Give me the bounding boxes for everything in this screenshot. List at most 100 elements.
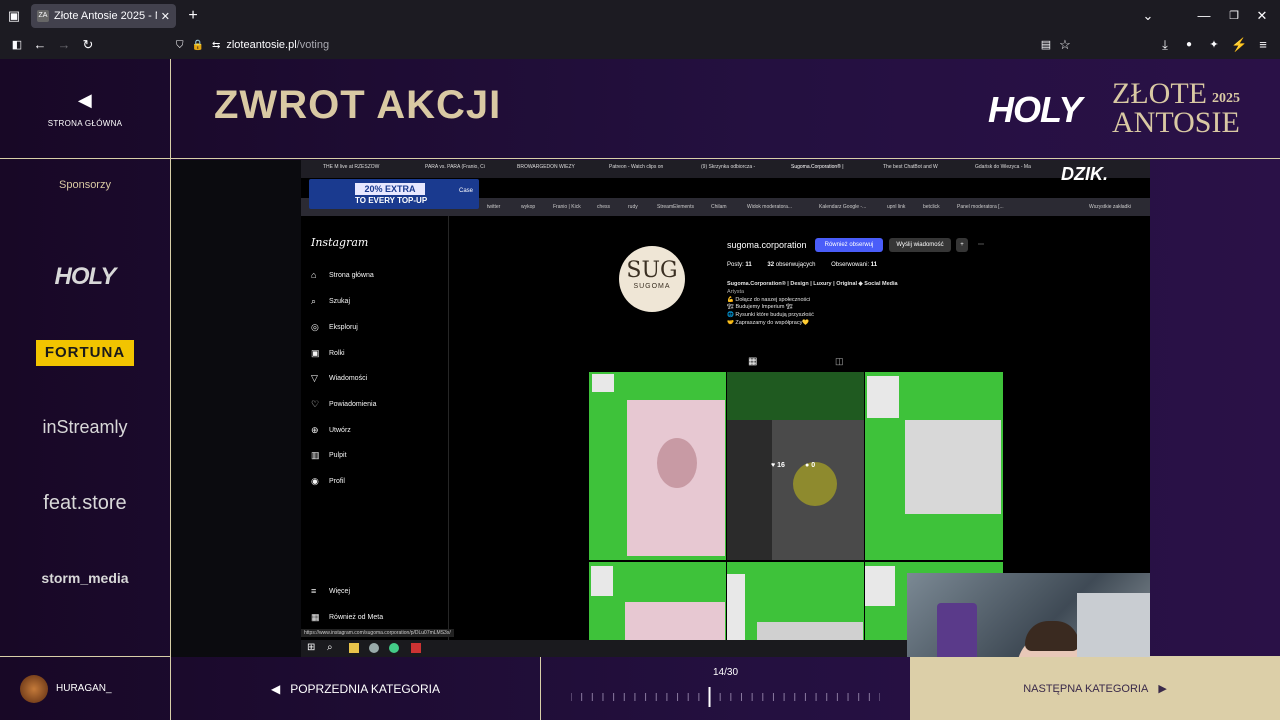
tagged-icon: ◫ — [835, 356, 844, 366]
bookmark: Widok moderatora... — [747, 204, 793, 210]
minimize-icon[interactable]: — — [1196, 8, 1212, 24]
bookmark: StreamElements — [657, 204, 694, 210]
arrow-left-icon: ◀ — [77, 90, 93, 110]
close-window-icon[interactable]: ✕ — [1254, 8, 1270, 24]
home-label: STRONA GŁÓWNA — [47, 119, 123, 128]
bookmark: Panel moderatora [... — [957, 204, 1004, 210]
instagram-logo: Instagram — [311, 236, 369, 249]
tab-overview-icon[interactable]: ▣ — [6, 8, 22, 24]
following-count: 11 — [870, 262, 878, 268]
ig-nav-reels: ▣ Rolki — [311, 348, 345, 358]
back-icon[interactable]: ← — [32, 37, 48, 53]
logo-year: 2025 — [1212, 91, 1240, 106]
previous-category-button[interactable]: ◀ POPRZEDNIA KATEGORIA — [171, 657, 540, 720]
stream-tab: THE M live at RZESZOW — [323, 164, 380, 170]
extensions-icon[interactable]: ✦ — [1206, 37, 1222, 53]
prev-label: POPRZEDNIA KATEGORIA — [290, 681, 441, 696]
dzik-logo: DZIK. — [1061, 164, 1108, 184]
post-thumbnail-hover: ♥ 16 ● 0 — [727, 372, 864, 560]
forward-icon[interactable]: → — [56, 37, 72, 53]
ad-topup: TO EVERY TOP-UP — [355, 196, 428, 205]
lock-icon[interactable]: 🔒 — [192, 40, 204, 51]
url-domain: zloteantosie.pl — [226, 39, 297, 51]
bookmark: twitter — [487, 204, 501, 210]
heart-icon: ♡ — [311, 399, 320, 409]
category-progress[interactable]: 14/30 — [541, 657, 910, 720]
progress-counter: 14/30 — [712, 667, 739, 678]
bookmark: Franio | Kick — [553, 204, 581, 210]
ad-extra: 20% EXTRA — [355, 183, 425, 195]
extension-icon[interactable]: ⚡ — [1231, 37, 1247, 53]
grid-icon: ▦ — [311, 612, 320, 622]
browser-tab[interactable]: ZA Złote Antosie 2025 - Najwię ✕ — [31, 4, 176, 28]
status-url: https://www.instagram.com/sugoma.corpora… — [301, 629, 454, 637]
sponsor-instreamly[interactable]: inStreamly — [0, 417, 170, 438]
url-path: /voting — [296, 39, 330, 51]
shield-icon[interactable]: ⛉ — [176, 40, 184, 51]
chevron-down-icon[interactable]: ⌄ — [1140, 8, 1156, 24]
like-count: ♥ 16 — [771, 462, 785, 469]
plus-icon: ⊕ — [311, 425, 319, 435]
hamburger-icon: ≡ — [311, 586, 317, 596]
menu-icon[interactable]: ≡ — [1255, 37, 1271, 53]
ig-nav-notifications: ♡ Powiadomienia — [311, 399, 377, 409]
bio-line: 🌐 Rysunki które budują przyszłość — [727, 312, 814, 319]
stream-tab: The best ChatBot and W — [883, 164, 938, 170]
post-thumbnail — [589, 372, 726, 560]
more-icon: ⋯ — [978, 242, 984, 248]
close-tab-icon[interactable]: ✕ — [161, 10, 170, 23]
home-icon: ⌂ — [311, 270, 317, 280]
bio-line: 🤝 Zapraszamy do współpracy💛 — [727, 319, 810, 326]
comment-count: ● 0 — [805, 462, 816, 469]
followers-label: obserwujących — [775, 262, 816, 268]
user-profile[interactable]: HURAGAN_ — [0, 657, 170, 720]
ig-nav-search: ⌕ Szukaj — [311, 296, 351, 306]
followers-count: 32 — [767, 262, 775, 268]
bio-name: Sugoma.Corporation® | Design | Luxury | … — [727, 281, 898, 287]
compass-icon: ◎ — [311, 322, 319, 332]
webcam-overlay — [907, 573, 1150, 657]
reader-view-icon[interactable]: ▤ — [1038, 37, 1054, 53]
logo-text: ZŁOTE ANTOSIE — [1112, 79, 1240, 138]
restore-icon[interactable]: ❐ — [1226, 8, 1242, 24]
stream-tab: BROWARGEDON WIEZY — [517, 164, 575, 170]
reload-icon[interactable]: ↻ — [80, 37, 96, 53]
address-bar[interactable]: ⛉ 🔒 ⇆ zloteantosie.pl/voting — [176, 34, 1076, 56]
account-icon[interactable]: ● — [1181, 37, 1197, 53]
ig-nav-home: ⌂ Strona główna — [311, 270, 374, 280]
chart-icon: ▥ — [311, 450, 320, 460]
avatar — [20, 674, 48, 703]
sidebar-icon[interactable]: ◧ — [9, 37, 25, 53]
progress-ticks — [571, 687, 880, 707]
next-category-button[interactable]: NASTĘPNA KATEGORIA ▶ — [910, 657, 1280, 720]
app-icon — [369, 643, 379, 653]
sponsors-label: Sponsorzy — [59, 179, 111, 191]
stream-video[interactable]: THE M live at RZESZOW PARA vs. PARA (Fra… — [171, 160, 1150, 657]
sponsor-fortuna[interactable]: FORTUNA — [36, 340, 134, 366]
bookmark: Wszystkie zakładki — [1089, 204, 1131, 210]
stream-browser-tabs: THE M live at RZESZOW PARA vs. PARA (Fra… — [301, 160, 1150, 178]
stream-tab: Gdańsk do Wiezyca - Ma — [975, 164, 1031, 170]
ig-nav-profile: ◉ Profil — [311, 476, 345, 486]
bookmark: upnl link — [887, 204, 906, 210]
tab-title: Złote Antosie 2025 - Najwię — [54, 10, 157, 22]
bookmark: Kalendarz Google -... — [819, 204, 867, 210]
stream-tab: (9) Skrzynka odbiorcza - — [701, 164, 756, 170]
sponsor-stormmedia[interactable]: storm_media — [0, 570, 170, 586]
bookmark-star-icon[interactable]: ☆ — [1057, 37, 1073, 53]
new-tab-icon[interactable]: + — [185, 8, 201, 24]
bookmark: betclick — [923, 204, 940, 210]
home-button[interactable]: ◀ STRONA GŁÓWNA — [0, 59, 170, 159]
stream-tab: Sugoma.Corporation® | — [791, 164, 844, 170]
sponsor-featstore[interactable]: feat.store — [0, 492, 170, 515]
profile-avatar: SUG SUGOMA — [619, 246, 685, 312]
bookmark: chess — [597, 204, 611, 210]
ad-brand: Case — [459, 188, 474, 194]
sponsor-holy[interactable]: HOLY — [0, 263, 170, 291]
holy-logo: HOLY — [988, 89, 1082, 130]
username: HURAGAN_ — [56, 683, 112, 694]
downloads-icon[interactable]: ⤓ — [1157, 37, 1173, 53]
next-label: NASTĘPNA KATEGORIA — [1023, 682, 1149, 695]
avatar-name: SUGOMA — [633, 283, 671, 290]
search-icon: ⌕ — [327, 642, 333, 653]
